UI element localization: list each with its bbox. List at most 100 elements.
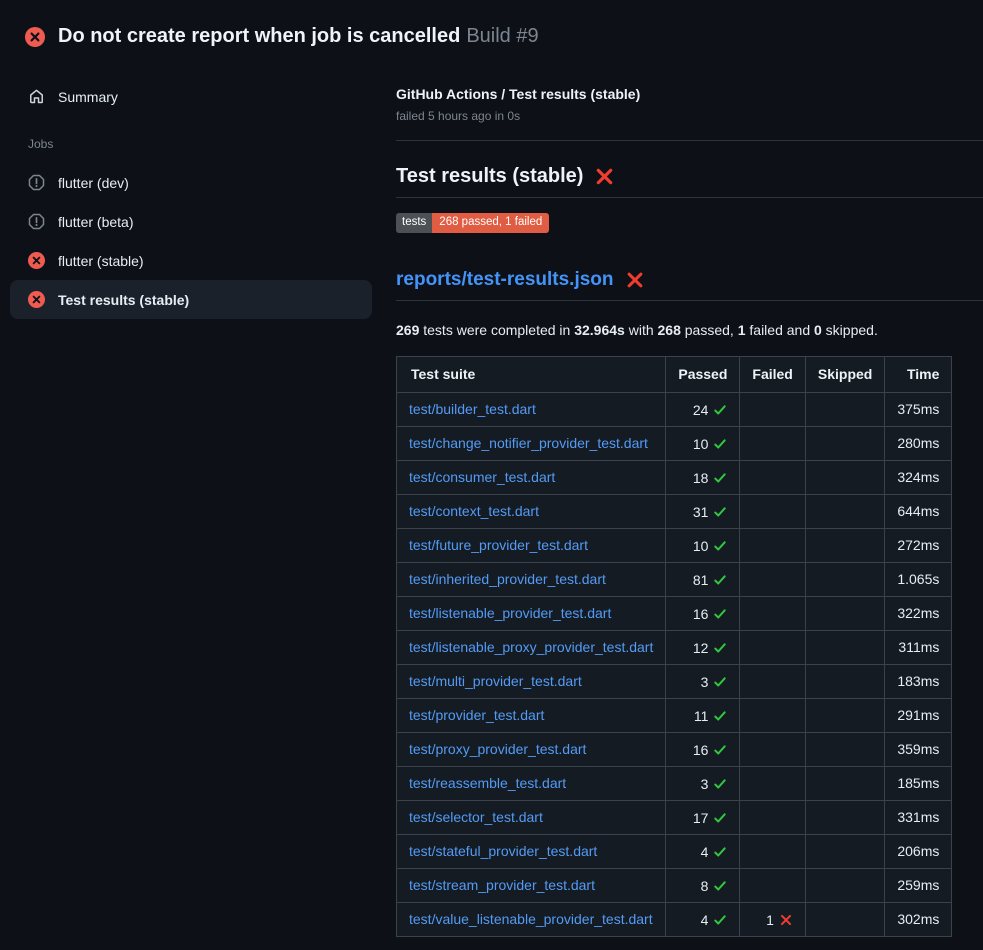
table-row: test/value_listenable_provider_test.dart… xyxy=(397,902,952,936)
sidebar-job-label: flutter (dev) xyxy=(58,175,129,191)
summary-part: 1 xyxy=(738,322,746,338)
page-title: Do not create report when job is cancell… xyxy=(58,25,539,48)
suite-cell: test/proxy_provider_test.dart xyxy=(397,732,666,766)
check-icon xyxy=(713,879,727,893)
suite-cell: test/listenable_proxy_provider_test.dart xyxy=(397,630,666,664)
suite-link[interactable]: test/builder_test.dart xyxy=(409,401,536,417)
main-content: GitHub Actions / Test results (stable) f… xyxy=(396,56,983,937)
report-link[interactable]: reports/test-results.json xyxy=(396,269,614,291)
suite-link[interactable]: test/multi_provider_test.dart xyxy=(409,673,582,689)
skipped-cell xyxy=(805,426,884,460)
suite-link[interactable]: test/listenable_provider_test.dart xyxy=(409,605,611,621)
home-icon xyxy=(28,88,45,105)
suite-link[interactable]: test/stream_provider_test.dart xyxy=(409,877,595,893)
stop-cancelled-icon xyxy=(28,213,45,230)
time-cell: 280ms xyxy=(885,426,952,460)
check-icon xyxy=(713,539,727,553)
suite-link[interactable]: test/reassemble_test.dart xyxy=(409,775,566,791)
table-row: test/multi_provider_test.dart3183ms xyxy=(397,664,952,698)
suite-link[interactable]: test/provider_test.dart xyxy=(409,707,544,723)
col-passed: Passed xyxy=(666,356,740,392)
failed-cell xyxy=(740,596,805,630)
passed-cell: 18 xyxy=(666,460,740,494)
failed-cell xyxy=(740,460,805,494)
suite-link[interactable]: test/future_provider_test.dart xyxy=(409,537,588,553)
sidebar-job-item[interactable]: flutter (dev) xyxy=(10,163,372,202)
summary-part: 268 xyxy=(658,322,681,338)
failed-cell xyxy=(740,528,805,562)
failed-cell xyxy=(740,392,805,426)
suite-link[interactable]: test/inherited_provider_test.dart xyxy=(409,571,606,587)
sidebar-job-item[interactable]: flutter (beta) xyxy=(10,202,372,241)
sidebar-job-item[interactable]: flutter (stable) xyxy=(10,241,372,280)
sidebar-job-label: flutter (stable) xyxy=(58,253,144,269)
count-value: 4 xyxy=(701,912,709,928)
time-cell: 1.065s xyxy=(885,562,952,596)
suite-link[interactable]: test/selector_test.dart xyxy=(409,809,543,825)
table-row: test/reassemble_test.dart3185ms xyxy=(397,766,952,800)
results-table: Test suite Passed Failed Skipped Time te… xyxy=(396,356,952,937)
section-title-row: Test results (stable) xyxy=(396,165,983,198)
suite-cell: test/inherited_provider_test.dart xyxy=(397,562,666,596)
skipped-cell xyxy=(805,562,884,596)
failed-cell xyxy=(740,834,805,868)
skipped-cell xyxy=(805,664,884,698)
count-value: 3 xyxy=(701,674,709,690)
passed-cell: 10 xyxy=(666,528,740,562)
suite-cell: test/multi_provider_test.dart xyxy=(397,664,666,698)
time-cell: 322ms xyxy=(885,596,952,630)
x-circle-fail-icon xyxy=(25,27,45,47)
run-header: Do not create report when job is cancell… xyxy=(0,0,983,56)
summary-part: 0 xyxy=(814,322,822,338)
skipped-cell xyxy=(805,460,884,494)
sidebar-item-summary[interactable]: Summary xyxy=(10,80,372,113)
count-value: 4 xyxy=(701,844,709,860)
suite-link[interactable]: test/consumer_test.dart xyxy=(409,469,555,485)
summary-line: 269 tests were completed in 32.964s with… xyxy=(396,322,983,338)
x-circle-fail-icon xyxy=(28,252,45,269)
suite-link[interactable]: test/listenable_proxy_provider_test.dart xyxy=(409,639,653,655)
count-value: 10 xyxy=(693,538,709,554)
check-icon xyxy=(713,675,727,689)
summary-part: passed, xyxy=(681,322,738,338)
header-divider xyxy=(396,140,983,141)
failed-cell xyxy=(740,562,805,596)
check-icon xyxy=(713,471,727,485)
passed-cell: 4 xyxy=(666,902,740,936)
sidebar-summary-label: Summary xyxy=(58,89,118,105)
failed-cell xyxy=(740,800,805,834)
time-cell: 324ms xyxy=(885,460,952,494)
suite-cell: test/value_listenable_provider_test.dart xyxy=(397,902,666,936)
passed-cell: 10 xyxy=(666,426,740,460)
passed-cell: 24 xyxy=(666,392,740,426)
passed-cell: 16 xyxy=(666,732,740,766)
table-row: test/future_provider_test.dart10272ms xyxy=(397,528,952,562)
time-cell: 206ms xyxy=(885,834,952,868)
skipped-cell xyxy=(805,630,884,664)
x-circle-fail-icon xyxy=(28,291,45,308)
passed-cell: 16 xyxy=(666,596,740,630)
suite-link[interactable]: test/change_notifier_provider_test.dart xyxy=(409,435,648,451)
passed-cell: 3 xyxy=(666,664,740,698)
count-value: 16 xyxy=(693,742,709,758)
time-cell: 291ms xyxy=(885,698,952,732)
table-row: test/proxy_provider_test.dart16359ms xyxy=(397,732,952,766)
col-test-suite: Test suite xyxy=(397,356,666,392)
count-value: 81 xyxy=(693,572,709,588)
table-row: test/change_notifier_provider_test.dart 1… xyxy=(397,426,952,460)
suite-cell: test/stateful_provider_test.dart xyxy=(397,834,666,868)
sidebar-job-label: Test results (stable) xyxy=(58,292,189,308)
suite-link[interactable]: test/stateful_provider_test.dart xyxy=(409,843,597,859)
time-cell: 331ms xyxy=(885,800,952,834)
suite-link[interactable]: test/proxy_provider_test.dart xyxy=(409,741,586,757)
count-value: 24 xyxy=(693,402,709,418)
passed-cell: 12 xyxy=(666,630,740,664)
sidebar-job-item[interactable]: Test results (stable) xyxy=(10,280,372,319)
suite-cell: test/reassemble_test.dart xyxy=(397,766,666,800)
passed-cell: 3 xyxy=(666,766,740,800)
suite-link[interactable]: test/context_test.dart xyxy=(409,503,539,519)
check-icon xyxy=(713,913,727,927)
suite-link[interactable]: test/value_listenable_provider_test.dart xyxy=(409,911,653,927)
section-title: Test results (stable) xyxy=(396,165,583,188)
summary-part: tests were completed in xyxy=(419,322,574,338)
